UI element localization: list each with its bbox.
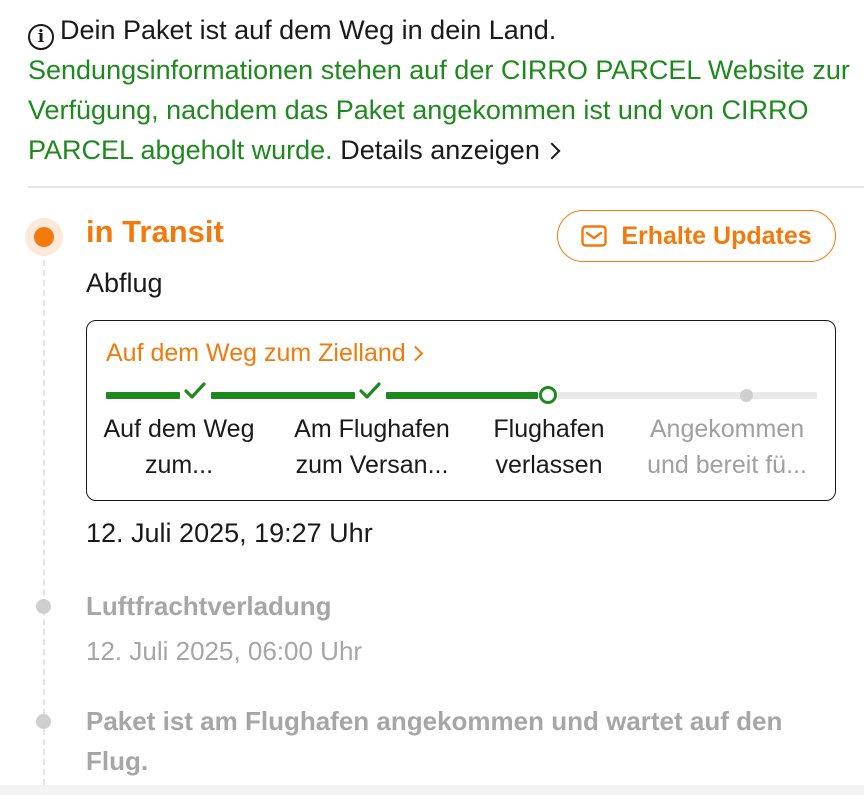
divider (28, 186, 864, 188)
shipment-notice: i Dein Paket ist auf dem Weg in dein Land… (28, 10, 858, 170)
notice-headline: Dein Paket ist auf dem Weg in dein Land. (60, 15, 557, 45)
details-link[interactable]: Details anzeigen (340, 135, 561, 165)
get-updates-button[interactable]: Erhalte Updates (557, 210, 836, 262)
event-title: Paket ist am Flughafen angekommen und wa… (86, 706, 783, 776)
progress-segment-pending (558, 392, 817, 399)
get-updates-label: Erhalte Updates (621, 221, 812, 250)
check-icon (359, 382, 381, 399)
event-dot (36, 714, 51, 729)
step-label: Angekommen und bereit fü... (647, 415, 807, 479)
step-label: Auf dem Weg zum... (103, 415, 255, 479)
progress-segment (106, 392, 180, 399)
step-label: Am Flughafen zum Versan... (294, 415, 450, 479)
status-subtitle: Abflug (86, 268, 163, 298)
event-title: Luftfrachtverladung (86, 591, 332, 621)
event-time: 12. Juli 2025, 06:00 Uhr (86, 636, 363, 666)
destination-link[interactable]: Auf dem Weg zum Zielland (106, 339, 423, 368)
chevron-right-icon (543, 142, 561, 160)
status-timestamp: 12. Juli 2025, 19:27 Uhr (86, 518, 373, 548)
bottom-bar (0, 785, 864, 795)
progress-card[interactable]: Auf dem Weg zum Zielland Auf dem Weg zum.… (86, 320, 836, 501)
info-icon: i (28, 24, 54, 50)
active-status-dot (25, 218, 63, 256)
mail-icon (581, 225, 608, 247)
check-icon (184, 382, 206, 399)
status-title: in Transit (86, 214, 224, 249)
chevron-right-icon (407, 345, 423, 362)
progress-segment (211, 392, 355, 399)
current-step-marker (539, 386, 557, 404)
step-label: Flughafen verlassen (493, 415, 605, 479)
progress-track (106, 382, 817, 404)
event-dot (36, 599, 51, 614)
pending-step-marker (740, 389, 753, 402)
progress-segment (386, 392, 538, 399)
